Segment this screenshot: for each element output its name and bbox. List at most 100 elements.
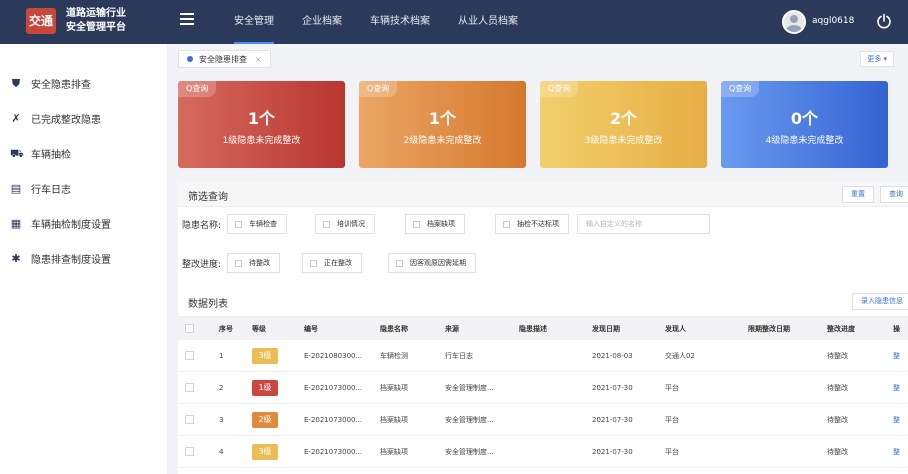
sidebar-item-label: 行车日志 bbox=[31, 185, 71, 196]
checkbox-label: 待整改 bbox=[249, 259, 271, 267]
username[interactable]: aqgl0618 bbox=[812, 16, 854, 26]
checkbox-pending[interactable]: 待整改 bbox=[227, 253, 281, 273]
checkbox-box bbox=[323, 220, 331, 228]
card-level4[interactable]: Q查询 0个 4级隐患未完成整改 bbox=[721, 81, 888, 168]
shield-icon: ⛊ bbox=[11, 76, 21, 90]
row-action-link[interactable]: 整 bbox=[893, 404, 900, 435]
sidebar: ⛊ 安全隐患排查 ✗ 已完成整改隐患 ⛟ 车辆抽检 ▤ 行车日志 ▦ 车辆抽检制… bbox=[0, 44, 168, 474]
sidebar-item-label: 车辆抽检 bbox=[31, 150, 71, 161]
checkbox-label: 档案缺项 bbox=[427, 220, 456, 228]
menu-toggle-icon[interactable] bbox=[180, 13, 194, 27]
avatar[interactable] bbox=[782, 10, 806, 34]
row-checkbox[interactable] bbox=[185, 372, 194, 403]
col-level: 等级 bbox=[252, 324, 266, 333]
card-query-tag[interactable]: Q查询 bbox=[359, 81, 398, 97]
row-checkbox[interactable] bbox=[185, 340, 194, 371]
row-level: 2级 bbox=[252, 404, 278, 435]
row-progress: 待整改 bbox=[827, 383, 848, 392]
sidebar-item-label: 隐患排查制度设置 bbox=[31, 255, 111, 266]
sidebar-item-driving-log[interactable]: ▤ 行车日志 bbox=[0, 171, 167, 206]
nav-item-safety[interactable]: 安全管理 bbox=[220, 0, 288, 44]
card-query-tag[interactable]: Q查询 bbox=[540, 81, 579, 97]
row-name: 车辆检测 bbox=[380, 351, 408, 360]
sidebar-item-completed[interactable]: ✗ 已完成整改隐患 bbox=[0, 101, 167, 136]
sidebar-item-hazard-settings[interactable]: ✱ 隐患排查制度设置 bbox=[0, 241, 167, 276]
sidebar-item-spot-check-settings[interactable]: ▦ 车辆抽检制度设置 bbox=[0, 206, 167, 241]
table-row: 1 3级 E-2021080300... 车辆检测 行车日志 2021-08-03 交通人0… bbox=[178, 340, 908, 372]
level-badge: 1级 bbox=[252, 379, 278, 396]
row-action-link[interactable]: 整 bbox=[893, 372, 900, 403]
summary-cards: Q查询 1个 1级隐患未完成整改 Q查询 1个 2级隐患未完成整改 Q查询 2个… bbox=[178, 81, 898, 168]
truck-icon: ⛟ bbox=[10, 146, 24, 160]
checkbox-spot-fail[interactable]: 抽检不达标项 bbox=[495, 214, 570, 234]
nav-item-enterprise[interactable]: 企业档案 bbox=[288, 0, 356, 44]
col-deadline: 限期整改日期 bbox=[748, 324, 790, 333]
more-button[interactable]: 更多 ▾ bbox=[860, 51, 894, 67]
close-icon[interactable]: × bbox=[255, 55, 262, 64]
row-source: 安全管理制度... bbox=[445, 383, 494, 392]
checkbox-training[interactable]: 培训情况 bbox=[315, 214, 376, 234]
checkbox-vehicle-check[interactable]: 车辆检查 bbox=[227, 214, 288, 234]
calendar-icon: ▦ bbox=[10, 216, 22, 230]
level-badge: 3级 bbox=[252, 347, 278, 364]
app-logo: 交通 bbox=[26, 8, 56, 34]
row-progress: 待整改 bbox=[827, 447, 848, 456]
table-row: 3 2级 E-2021073000... 档案缺项 安全管理制度... 2021-07-3… bbox=[178, 404, 908, 436]
card-count: 1个 bbox=[428, 109, 457, 128]
nav-item-vehicle[interactable]: 车辆技术档案 bbox=[356, 0, 444, 44]
row-name: 档案缺项 bbox=[380, 415, 408, 424]
row-checkbox[interactable] bbox=[185, 404, 194, 435]
card-query-tag[interactable]: Q查询 bbox=[721, 81, 760, 97]
data-list-title: 数据列表 bbox=[188, 299, 228, 310]
col-progress: 整改进度 bbox=[827, 324, 855, 333]
row-progress: 待整改 bbox=[827, 415, 848, 424]
col-desc: 隐患描述 bbox=[519, 324, 547, 333]
tab-bar: 安全隐患排查 × 更多 ▾ bbox=[168, 44, 908, 74]
card-level1[interactable]: Q查询 1个 1级隐患未完成整改 bbox=[178, 81, 345, 168]
row-level: 3级 bbox=[252, 436, 278, 467]
sidebar-item-spot-check[interactable]: ⛟ 车辆抽检 bbox=[0, 136, 167, 171]
row-finder: 平台 bbox=[665, 447, 679, 456]
row-source: 安全管理制度... bbox=[445, 415, 494, 424]
add-hazard-button[interactable]: 录入隐患信息 bbox=[852, 293, 908, 310]
level-badge: 2级 bbox=[252, 411, 278, 428]
row-no: 2 bbox=[219, 383, 224, 392]
custom-name-input[interactable]: 输入自定义的名称 bbox=[577, 214, 711, 234]
row-action-link[interactable]: 整 bbox=[893, 340, 900, 371]
row-source: 安全管理制度... bbox=[445, 447, 494, 456]
card-query-tag[interactable]: Q查询 bbox=[178, 81, 217, 97]
row-name: 档案缺项 bbox=[380, 383, 408, 392]
filter-header: 筛选查询 重置 查询 bbox=[178, 181, 908, 207]
app-title: 道路运输行业 安全管理平台 bbox=[66, 7, 126, 35]
nav-item-staff[interactable]: 从业人员档案 bbox=[444, 0, 532, 44]
reset-button[interactable]: 重置 bbox=[842, 186, 874, 203]
checkbox-archive-missing[interactable]: 档案缺项 bbox=[405, 214, 466, 234]
tab-label: 安全隐患排查 bbox=[199, 54, 247, 64]
row-finder: 平台 bbox=[665, 383, 679, 392]
card-label: 1级隐患未完成整改 bbox=[222, 136, 301, 146]
tab-hazard-check[interactable]: 安全隐患排查 × bbox=[178, 50, 271, 68]
app-title-line2: 安全管理平台 bbox=[66, 22, 126, 33]
checkbox-label: 正在整改 bbox=[324, 259, 353, 267]
gear-icon: ✱ bbox=[11, 251, 21, 265]
select-all-checkbox[interactable] bbox=[185, 317, 194, 340]
filter-title: 筛选查询 bbox=[188, 192, 228, 203]
query-button[interactable]: 查询 bbox=[880, 186, 908, 203]
sidebar-item-hazard-check[interactable]: ⛊ 安全隐患排查 bbox=[0, 66, 167, 101]
row-code: E-2021080300... bbox=[304, 351, 363, 360]
main-content: 安全隐患排查 × 更多 ▾ Q查询 1个 1级隐患未完成整改 Q查询 1个 2级… bbox=[168, 44, 908, 474]
row-checkbox[interactable] bbox=[185, 436, 194, 467]
col-date: 发现日期 bbox=[592, 324, 620, 333]
checkbox-in-progress[interactable]: 正在整改 bbox=[302, 253, 363, 273]
data-list-panel: 数据列表 录入隐患信息 序号 等级 编号 隐患名称 来源 隐患描述 发现日期 发… bbox=[178, 285, 908, 474]
card-level2[interactable]: Q查询 1个 2级隐患未完成整改 bbox=[359, 81, 526, 168]
col-name: 隐患名称 bbox=[380, 324, 408, 333]
checkbox-box bbox=[310, 259, 318, 267]
row-action-link[interactable]: 整 bbox=[893, 436, 900, 467]
row-no: 1 bbox=[219, 351, 224, 360]
level-badge: 3级 bbox=[252, 443, 278, 460]
power-icon[interactable] bbox=[876, 13, 892, 29]
card-label: 4级隐患未完成整改 bbox=[765, 136, 844, 146]
card-level3[interactable]: Q查询 2个 3级隐患未完成整改 bbox=[540, 81, 707, 168]
checkbox-delayed[interactable]: 因客观原因需延期 bbox=[388, 253, 477, 273]
